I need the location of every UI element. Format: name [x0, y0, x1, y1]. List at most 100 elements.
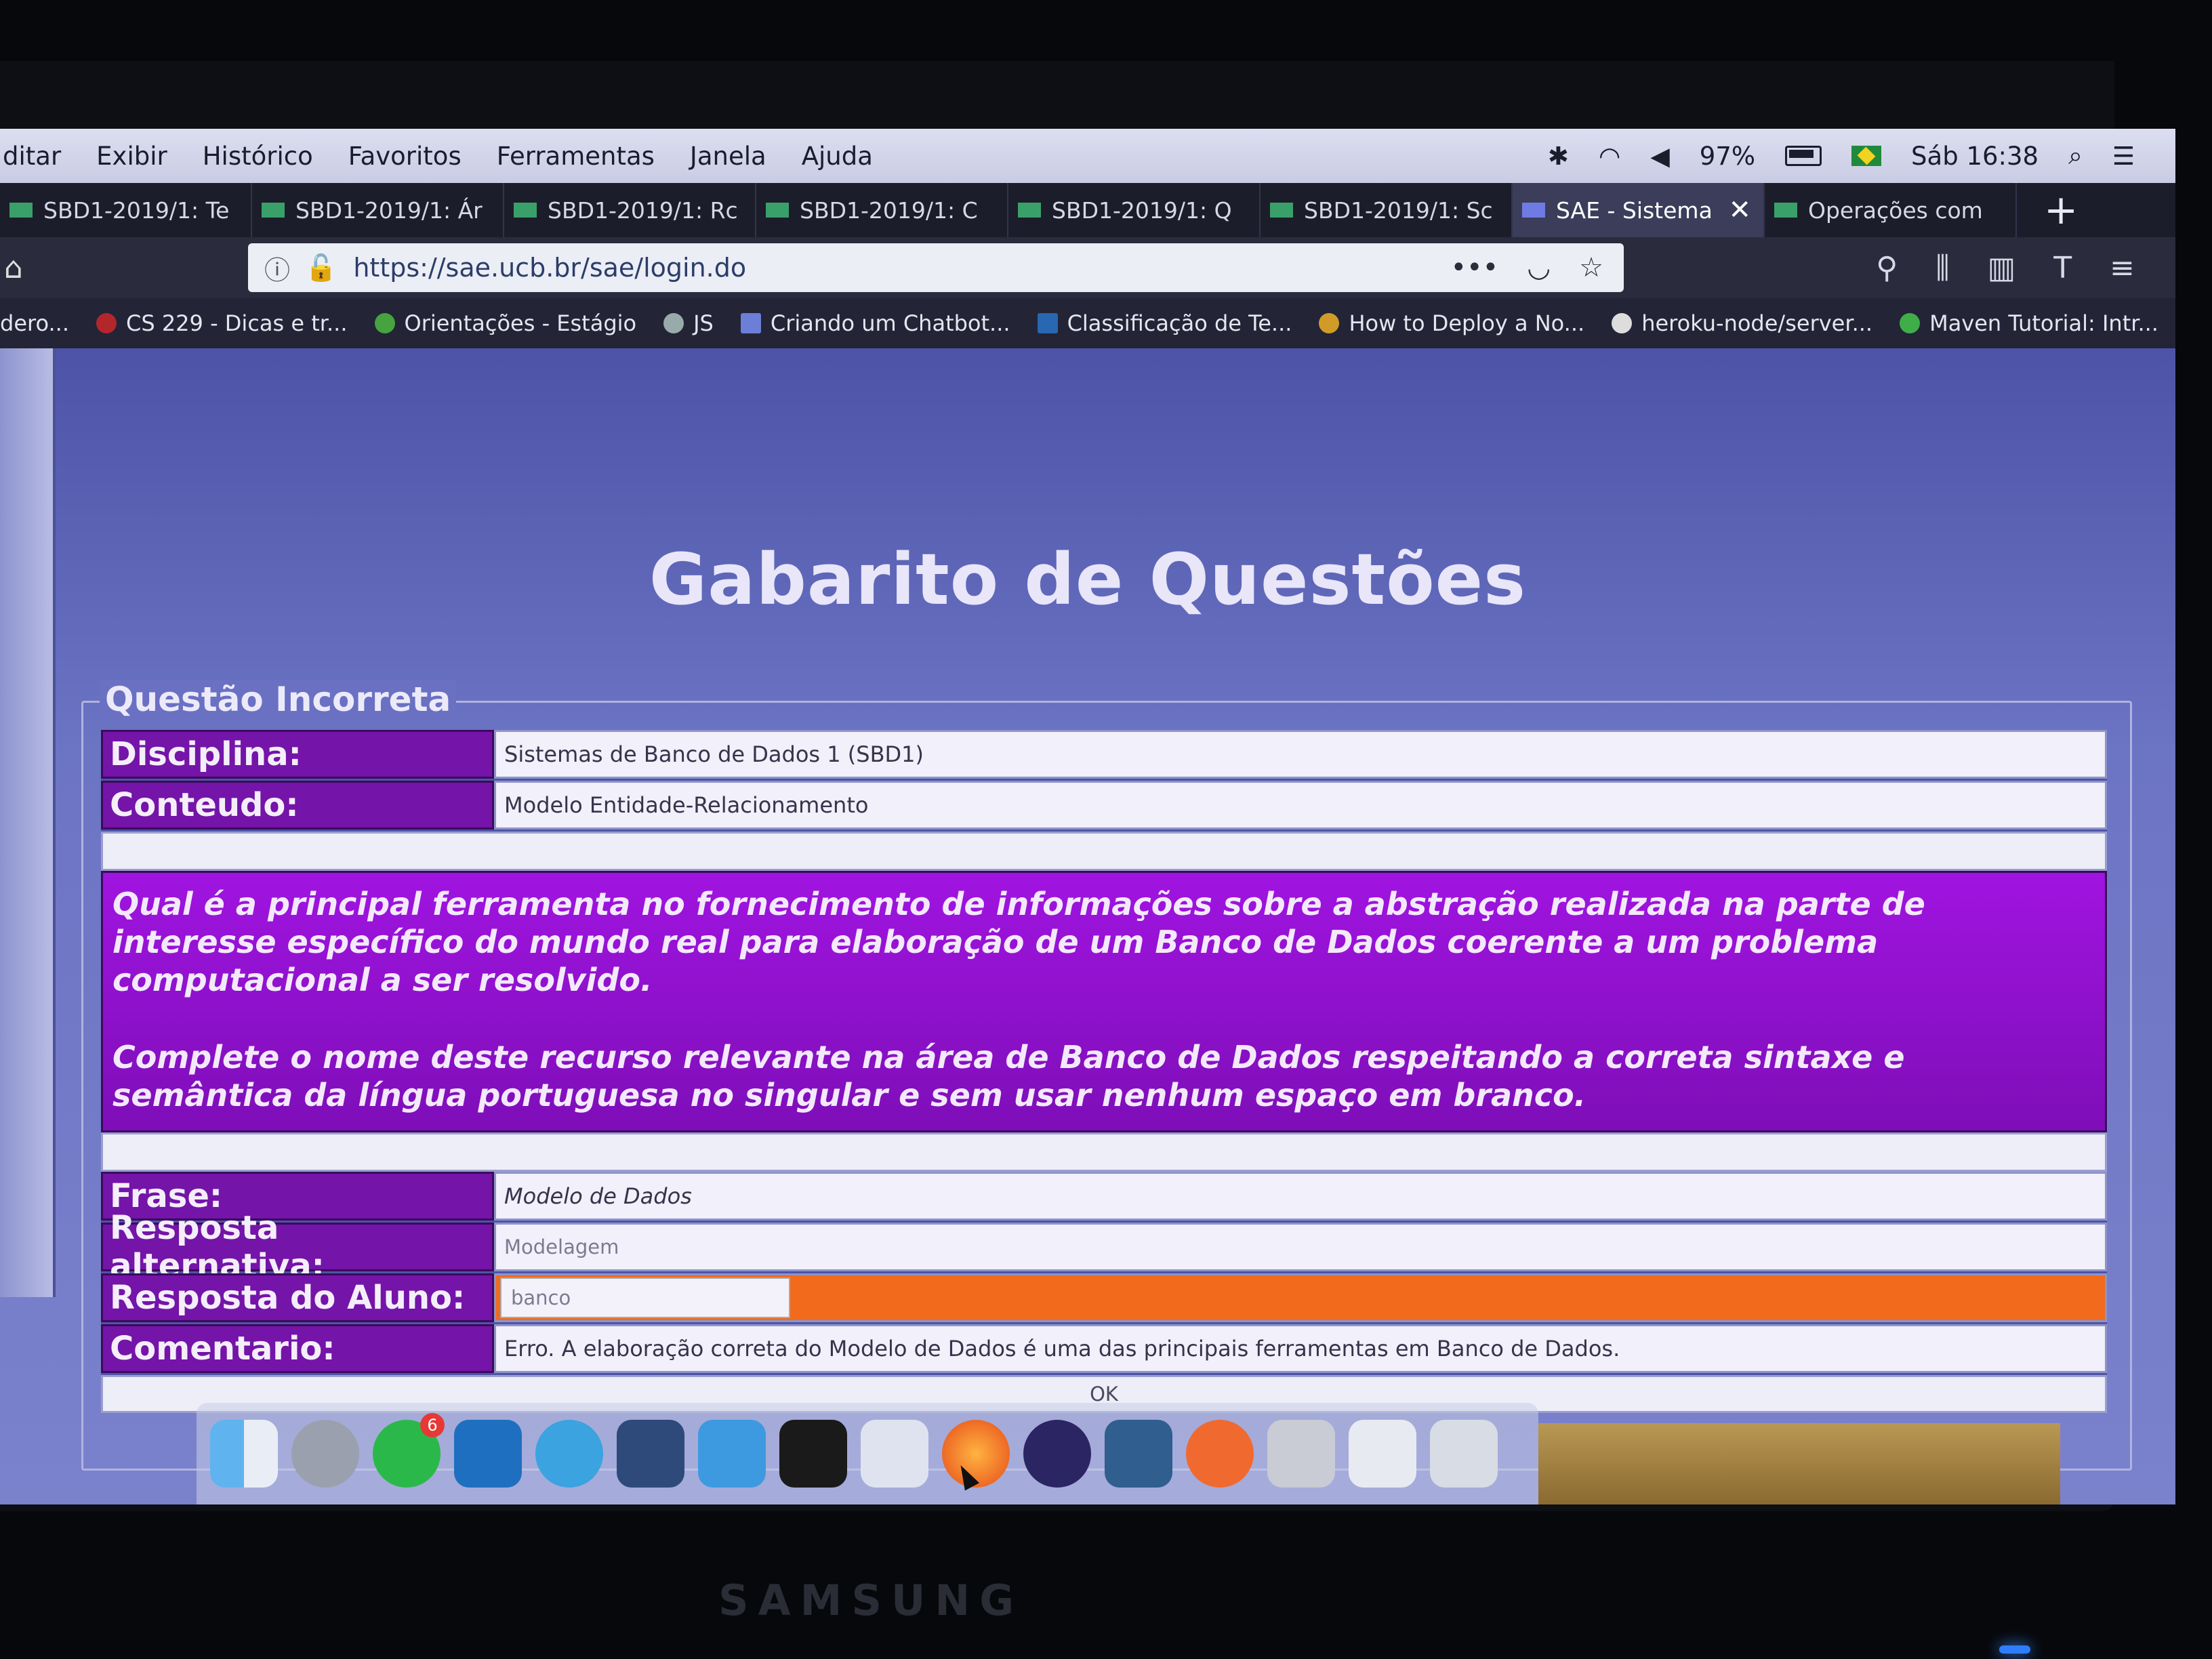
info-icon[interactable]: ⓘ: [264, 249, 290, 287]
clock[interactable]: Sáb 16:38: [1911, 142, 2039, 171]
docker-icon[interactable]: [698, 1420, 766, 1488]
tab-sbd1-4[interactable]: SBD1-2019/1: C: [756, 183, 1008, 237]
sourcetree-icon[interactable]: [617, 1420, 684, 1488]
label-disciplina: Disciplina:: [101, 730, 494, 779]
bookmark-label: heroku-node/server...: [1641, 310, 1873, 336]
bookmark-favicon-icon: [1319, 313, 1340, 333]
spotlight-search-icon[interactable]: ⌕: [2068, 141, 2083, 171]
menu-editar[interactable]: ditar: [3, 142, 61, 171]
tab-sbd1-1[interactable]: SBD1-2019/1: Te: [0, 183, 252, 237]
label-resposta-aluno: Resposta do Aluno:: [101, 1273, 494, 1322]
bookmark-label: CS 229 - Dicas e tr...: [125, 310, 348, 336]
menu-favoritos[interactable]: Favoritos: [348, 142, 462, 171]
bookmark-favicon-icon: [374, 313, 395, 333]
question-fieldset: Questão Incorreta Disciplina: Sistemas d…: [81, 680, 2132, 1471]
bookmark-item[interactable]: Maven Tutorial: Intr...: [1900, 310, 2158, 336]
notification-center-icon[interactable]: ☰: [2112, 142, 2135, 171]
bookmark-favicon-icon: [740, 313, 761, 333]
screen: ditar Exibir Histórico Favoritos Ferrame…: [0, 129, 2175, 1504]
postman-icon[interactable]: [1186, 1420, 1254, 1488]
bookmark-item[interactable]: Orientações - Estágio: [374, 310, 636, 336]
tab-sbd1-3[interactable]: SBD1-2019/1: Rc: [504, 183, 756, 237]
telegram-icon[interactable]: [535, 1420, 603, 1488]
eclipse-icon[interactable]: [1023, 1420, 1091, 1488]
hamburger-menu-icon[interactable]: ≡: [2110, 251, 2135, 285]
menu-ajuda[interactable]: Ajuda: [802, 142, 873, 171]
fieldset-legend: Questão Incorreta: [100, 680, 457, 719]
vscode-icon[interactable]: [454, 1420, 522, 1488]
bookmark-item[interactable]: Criando um Chatbot...: [740, 310, 1010, 336]
menu-historico[interactable]: Histórico: [203, 142, 313, 171]
tab-sae-sistema[interactable]: SAE - Sistema ✕: [1513, 183, 1765, 237]
volume-icon[interactable]: ◀: [1650, 142, 1669, 171]
sidebar-icon[interactable]: ▥: [1988, 251, 2016, 285]
bookmark-label: Maven Tutorial: Intr...: [1929, 310, 2158, 336]
lock-icon[interactable]: 🔓: [305, 253, 337, 283]
mysql-workbench-icon[interactable]: [1105, 1420, 1172, 1488]
library-icon[interactable]: ⫼: [1936, 251, 1949, 285]
bookmark-item[interactable]: dero...: [0, 310, 69, 336]
bookmark-item[interactable]: How to Deploy a No...: [1319, 310, 1584, 336]
value-disciplina: Sistemas de Banco de Dados 1 (SBD1): [494, 730, 2107, 779]
ok-button[interactable]: OK: [1090, 1382, 1118, 1406]
tab-label: SBD1-2019/1: Sc: [1304, 197, 1493, 224]
url-text[interactable]: https://sae.ucb.br/sae/login.do: [353, 253, 746, 283]
downloads-stack-icon[interactable]: [1349, 1420, 1416, 1488]
row-resposta-aluno: Resposta do Aluno: banco: [101, 1273, 2107, 1324]
menu-janela[interactable]: Janela: [690, 142, 766, 171]
bookmark-label: Classificação de Te...: [1067, 310, 1292, 336]
wifi-icon[interactable]: ◠: [1599, 142, 1620, 171]
input-source-flag-icon[interactable]: [1851, 146, 1882, 166]
moodle-favicon-icon: [1018, 203, 1041, 218]
github-icon: [1612, 313, 1633, 333]
bookmark-item[interactable]: CS 229 - Dicas e tr...: [96, 310, 348, 336]
extension-t-icon[interactable]: T: [2053, 251, 2072, 285]
launchpad-icon[interactable]: [291, 1420, 359, 1488]
bookmark-item[interactable]: JS: [663, 310, 714, 336]
student-answer-field: banco: [500, 1277, 790, 1318]
tab-sbd1-5[interactable]: SBD1-2019/1: Q: [1008, 183, 1261, 237]
tab-sbd1-2[interactable]: SBD1-2019/1: Ár: [252, 183, 504, 237]
bookmark-item[interactable]: heroku-node/server...: [1612, 310, 1872, 336]
navigation-bar: ⌂ ⓘ 🔓 https://sae.ucb.br/sae/login.do ••…: [0, 237, 2175, 298]
tab-label: SBD1-2019/1: C: [800, 197, 978, 224]
globe-icon: [663, 313, 684, 333]
bookmark-label: JS: [693, 310, 714, 336]
preview-icon[interactable]: [1267, 1420, 1335, 1488]
home-icon[interactable]: ⌂: [4, 251, 45, 285]
terminal-icon[interactable]: [779, 1420, 847, 1488]
pocket-icon[interactable]: ◡: [1527, 252, 1551, 283]
power-led: [1999, 1645, 2030, 1654]
menu-exibir[interactable]: Exibir: [96, 142, 167, 171]
value-resposta-aluno: banco: [494, 1273, 2107, 1322]
url-bar[interactable]: ⓘ 🔓 https://sae.ucb.br/sae/login.do ••• …: [248, 243, 1624, 292]
tab-sbd1-6[interactable]: SBD1-2019/1: Sc: [1261, 183, 1513, 237]
spacer-row: [101, 832, 2107, 871]
new-tab-button[interactable]: +: [2044, 186, 2078, 234]
tab-label: SBD1-2019/1: Ár: [295, 197, 483, 224]
value-comentario: Erro. A elaboração correta do Modelo de …: [494, 1324, 2107, 1373]
bluetooth-icon[interactable]: ✱: [1548, 142, 1569, 171]
bookmark-star-icon[interactable]: ☆: [1579, 252, 1603, 283]
page-content: Gabarito de Questões Questão Incorreta D…: [0, 348, 2175, 1504]
page-actions-icon[interactable]: •••: [1450, 252, 1498, 283]
mac-dock: 6: [197, 1403, 1538, 1504]
moodle-favicon-icon: [262, 203, 285, 218]
whatsapp-icon[interactable]: 6: [373, 1413, 445, 1488]
menu-ferramentas[interactable]: Ferramentas: [497, 142, 655, 171]
row-resposta-alternativa: Resposta alternativa: Modelagem: [101, 1209, 2107, 1285]
tab-label: Operações com: [1808, 197, 1983, 224]
battery-icon[interactable]: [1785, 146, 1822, 166]
bookmark-favicon-icon: [1900, 313, 1921, 333]
finder-icon[interactable]: [210, 1420, 278, 1488]
virtualbox-icon[interactable]: [861, 1420, 928, 1488]
extension-icon[interactable]: ⚲: [1876, 251, 1898, 285]
row-conteudo: Conteudo: Modelo Entidade-Relacionamento: [101, 781, 2107, 832]
question-paragraph-2: Complete o nome deste recurso relevante …: [112, 1039, 1905, 1113]
trash-icon[interactable]: [1430, 1420, 1498, 1488]
value-resposta-alternativa: Modelagem: [494, 1223, 2107, 1271]
close-tab-icon[interactable]: ✕: [1728, 194, 1751, 226]
bookmarks-toolbar: dero... CS 229 - Dicas e tr... Orientaçõ…: [0, 298, 2175, 348]
bookmark-item[interactable]: Classificação de Te...: [1037, 310, 1292, 336]
tab-operacoes[interactable]: Operações com: [1765, 183, 2017, 237]
